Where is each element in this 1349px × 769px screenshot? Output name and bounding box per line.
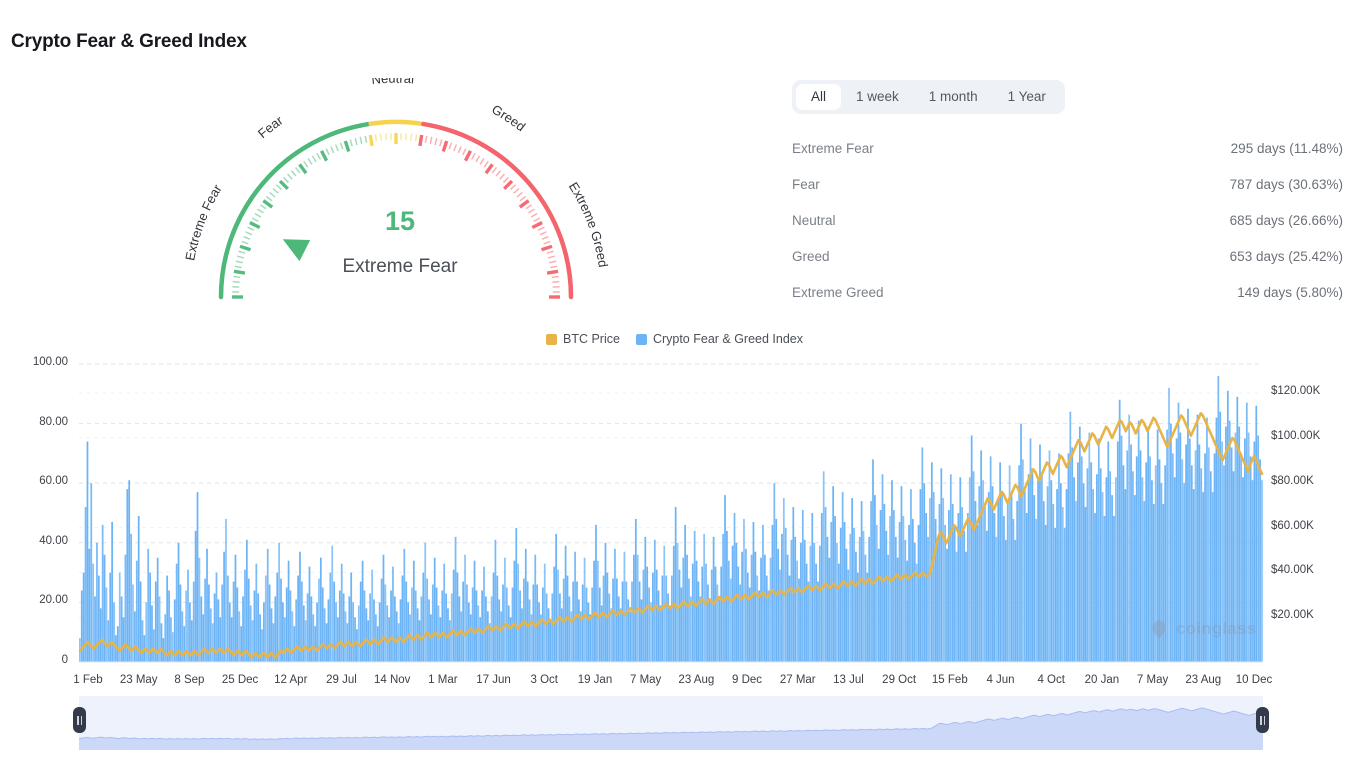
navigator-handle-left[interactable] (73, 707, 86, 733)
x-axis-tick: 15 Feb (932, 674, 968, 686)
legend-label-btc-price: BTC Price (563, 332, 620, 346)
stat-row-fear: Fear 787 days (30.63%) (792, 166, 1343, 202)
y-axis-right-tick: $80.00K (1271, 475, 1314, 487)
chart-plot-svg[interactable] (0, 352, 1349, 677)
stat-value: 149 days (5.80%) (1237, 285, 1343, 300)
x-axis-tick: 4 Jun (986, 674, 1014, 686)
tab-1-year[interactable]: 1 Year (993, 84, 1061, 110)
x-axis-tick: 29 Jul (326, 674, 357, 686)
x-axis-tick: 23 Aug (678, 674, 714, 686)
chart-legend: BTC Price Crypto Fear & Greed Index (0, 332, 1349, 346)
x-axis-tick: 4 Oct (1037, 674, 1064, 686)
legend-item-fear-greed-index[interactable]: Crypto Fear & Greed Index (636, 332, 803, 346)
navigator-area (79, 708, 1263, 750)
gauge-zone-label-greed: Greed (489, 102, 528, 135)
fear-greed-bars (79, 376, 1263, 662)
period-tab-group[interactable]: All 1 week 1 month 1 Year (792, 80, 1065, 114)
gauge-zone-label-neutral: Neutral (371, 78, 415, 87)
x-axis-tick: 1 Feb (73, 674, 102, 686)
y-axis-right-tick: $60.00K (1271, 520, 1314, 532)
legend-swatch-fear-greed-index (636, 334, 647, 345)
legend-swatch-btc-price (546, 334, 557, 345)
x-axis-tick: 7 May (1137, 674, 1168, 686)
x-axis-tick: 13 Jul (833, 674, 864, 686)
legend-item-btc-price[interactable]: BTC Price (546, 332, 620, 346)
stat-row-extreme-greed: Extreme Greed 149 days (5.80%) (792, 274, 1343, 310)
y-axis-left-tick: 100.00 (8, 356, 68, 368)
x-axis-tick: 9 Dec (732, 674, 762, 686)
chart-range-navigator[interactable] (79, 696, 1263, 750)
gauge-value: 15 (180, 206, 620, 237)
sentiment-distribution-list: Extreme Fear 295 days (11.48%) Fear 787 … (792, 130, 1343, 310)
y-axis-right-tick: $40.00K (1271, 564, 1314, 576)
navigator-series-svg (79, 696, 1263, 750)
stat-value: 685 days (26.66%) (1230, 213, 1343, 228)
y-axis-left-tick: 60.00 (8, 475, 68, 487)
stat-label: Neutral (792, 213, 836, 228)
tab-all[interactable]: All (796, 84, 841, 110)
x-axis-tick: 14 Nov (374, 674, 410, 686)
x-axis-tick: 10 Dec (1236, 674, 1272, 686)
navigator-handle-right[interactable] (1256, 707, 1269, 733)
x-axis-tick: 17 Jun (476, 674, 511, 686)
stat-label: Fear (792, 177, 820, 192)
x-axis-tick: 25 Dec (222, 674, 258, 686)
tab-1-week[interactable]: 1 week (841, 84, 914, 110)
x-axis-tick: 12 Apr (274, 674, 307, 686)
x-axis-tick: 27 Mar (780, 674, 816, 686)
x-axis-tick: 19 Jan (578, 674, 613, 686)
x-axis-tick: 8 Sep (174, 674, 204, 686)
stat-value: 653 days (25.42%) (1230, 249, 1343, 264)
legend-label-fear-greed-index: Crypto Fear & Greed Index (653, 332, 803, 346)
stat-label: Extreme Fear (792, 141, 874, 156)
stat-label: Greed (792, 249, 830, 264)
stat-row-neutral: Neutral 685 days (26.66%) (792, 202, 1343, 238)
x-axis-tick: 29 Oct (882, 674, 916, 686)
y-axis-left-tick: 40.00 (8, 535, 68, 547)
y-axis-left-tick: 20.00 (8, 594, 68, 606)
gauge-zone-label-fear: Fear (255, 112, 286, 141)
y-axis-right-tick: $20.00K (1271, 609, 1314, 621)
main-chart[interactable]: 0 20.00 40.00 60.00 80.00 100.00 $20.00K $40.0… (0, 352, 1349, 677)
y-axis-left-tick: 80.00 (8, 416, 68, 428)
x-axis-tick: 3 Oct (531, 674, 558, 686)
page-title: Crypto Fear & Greed Index (11, 31, 247, 53)
x-axis-tick: 20 Jan (1085, 674, 1120, 686)
fear-greed-gauge: Extreme Fear Fear Neutral Greed Extreme … (180, 78, 620, 308)
y-axis-right-tick: $100.00K (1271, 430, 1320, 442)
x-axis-tick: 23 Aug (1185, 674, 1221, 686)
tab-1-month[interactable]: 1 month (914, 84, 993, 110)
x-axis-tick: 23 May (120, 674, 158, 686)
y-axis-left-tick: 0 (8, 654, 68, 666)
stat-row-greed: Greed 653 days (25.42%) (792, 238, 1343, 274)
stat-value: 787 days (30.63%) (1230, 177, 1343, 192)
stat-label: Extreme Greed (792, 285, 884, 300)
stat-row-extreme-fear: Extreme Fear 295 days (11.48%) (792, 130, 1343, 166)
x-axis-tick: 1 Mar (428, 674, 457, 686)
y-axis-right-tick: $120.00K (1271, 385, 1320, 397)
x-axis-tick: 7 May (630, 674, 661, 686)
gauge-status-label: Extreme Fear (180, 256, 620, 278)
stat-value: 295 days (11.48%) (1231, 141, 1343, 156)
